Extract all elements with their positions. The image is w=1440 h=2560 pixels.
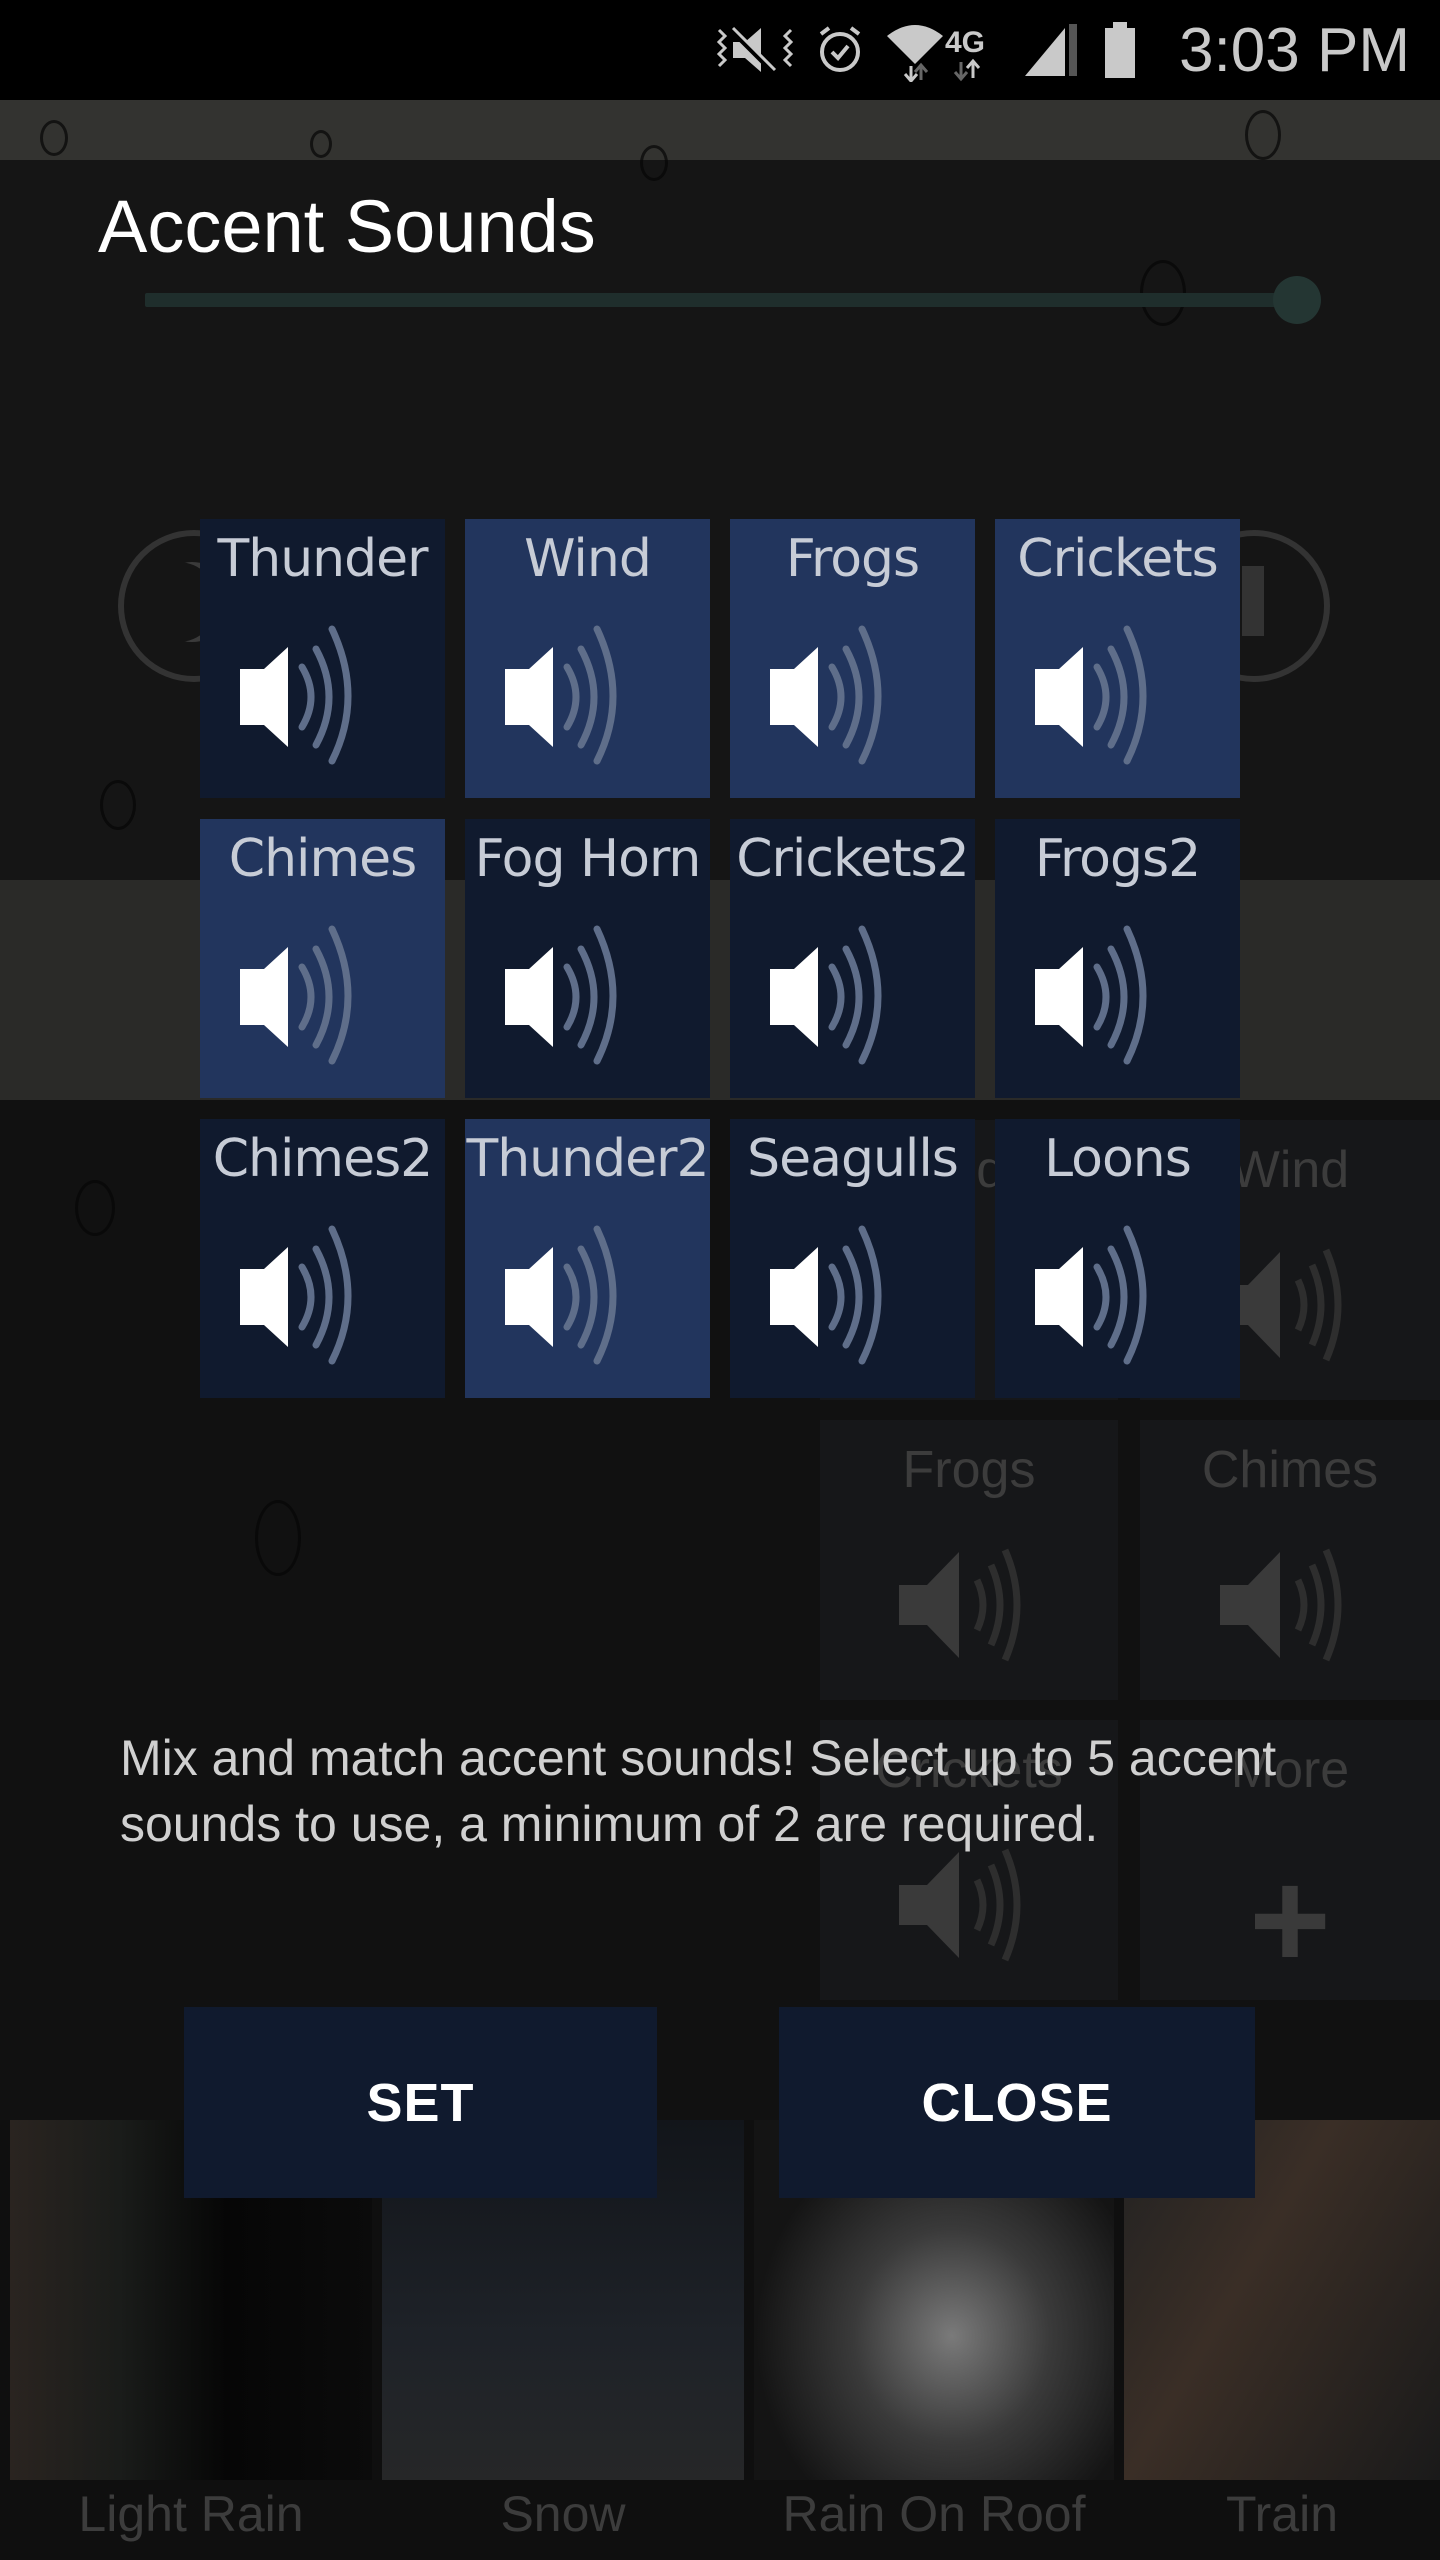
raindrop-decoration [75,1180,115,1236]
speaker-icon [505,625,617,765]
accent-tile-crickets2[interactable]: Crickets2 [730,819,975,1098]
tile-label: Fog Horn [474,829,702,889]
accent-tile-thunder[interactable]: Thunder [200,519,445,798]
plus-icon: + [1249,1841,1331,1998]
raindrop-decoration [310,130,332,158]
speaker-icon [770,625,882,765]
speaker-icon [770,1225,882,1365]
raindrop-decoration [640,145,668,181]
accent-tile-thunder2[interactable]: Thunder2 [465,1119,710,1398]
tile-label: Chimes [228,829,417,889]
accent-tile-frogs2[interactable]: Frogs2 [995,819,1240,1098]
clock: 3:03 PM [1179,15,1410,85]
accent-tile-frogs[interactable]: Frogs [730,519,975,798]
speaker-icon [240,925,352,1065]
close-button[interactable]: CLOSE [779,2007,1255,2198]
tile-label: Crickets [1017,529,1218,589]
tile-label: Crickets2 [736,829,970,889]
accent-tile-loons[interactable]: Loons [995,1119,1240,1398]
tile-label: Frogs2 [1034,829,1201,889]
speaker-icon [240,1225,352,1365]
dialog-title: Accent Sounds [98,185,596,268]
tile-label: Thunder [217,529,428,589]
tile-label: Chimes2 [212,1129,434,1189]
instruction-message: Mix and match accent sounds! Select up t… [120,1730,1277,1852]
svg-text:4G: 4G [945,26,985,59]
signal-icon [1025,24,1078,76]
tile-label: Thunder2 [466,1129,709,1189]
raindrop-decoration [100,780,136,830]
speaker-icon [1220,1248,1342,1362]
slider-thumb[interactable] [1273,276,1321,324]
speaker-icon [899,1548,1021,1662]
bg-tile: Frogs [820,1420,1118,1700]
tile-label: Frogs [785,529,920,589]
scene-label: Light Rain [78,2486,304,2542]
status-bar: 4G 3:03 PM [0,0,1440,100]
tile-label: Loons [1044,1129,1192,1189]
speaker-icon [505,925,617,1065]
speaker-icon [770,925,882,1065]
bg-tile: Chimes [1140,1420,1440,1700]
alarm-icon [819,26,861,72]
scene-label: Rain On Roof [782,2486,1086,2542]
accent-tile-wind[interactable]: Wind [465,519,710,798]
scene-label: Train [1225,2486,1339,2542]
volume-slider[interactable] [145,276,1321,324]
speaker-icon [1035,625,1147,765]
speaker-icon [505,1225,617,1365]
slider-track[interactable] [145,293,1297,307]
set-button[interactable]: SET [184,2007,657,2198]
battery-icon [1105,22,1136,78]
speaker-icon [1035,1225,1147,1365]
bg-tile-label: Frogs [902,1441,1036,1499]
vibrate-mute-icon [716,26,794,74]
tile-label: Seagulls [747,1129,959,1189]
accent-tile-chimes[interactable]: Chimes [200,819,445,1098]
wifi-icon: 4G [887,25,985,82]
accent-tile-chimes2[interactable]: Chimes2 [200,1119,445,1398]
scene-label: Snow [500,2486,626,2542]
raindrop-decoration [1245,110,1281,160]
tile-label: Wind [524,529,652,589]
bg-tile-label: Chimes [1201,1441,1379,1499]
accent-tile-crickets[interactable]: Crickets [995,519,1240,798]
accent-tile-fog-horn[interactable]: Fog Horn [465,819,710,1098]
raindrop-decoration [255,1500,301,1576]
speaker-icon [240,625,352,765]
speaker-icon [1220,1548,1342,1662]
raindrop-decoration [40,120,68,156]
background-header [0,100,1440,160]
speaker-icon [1035,925,1147,1065]
accent-tile-seagulls[interactable]: Seagulls [730,1119,975,1398]
